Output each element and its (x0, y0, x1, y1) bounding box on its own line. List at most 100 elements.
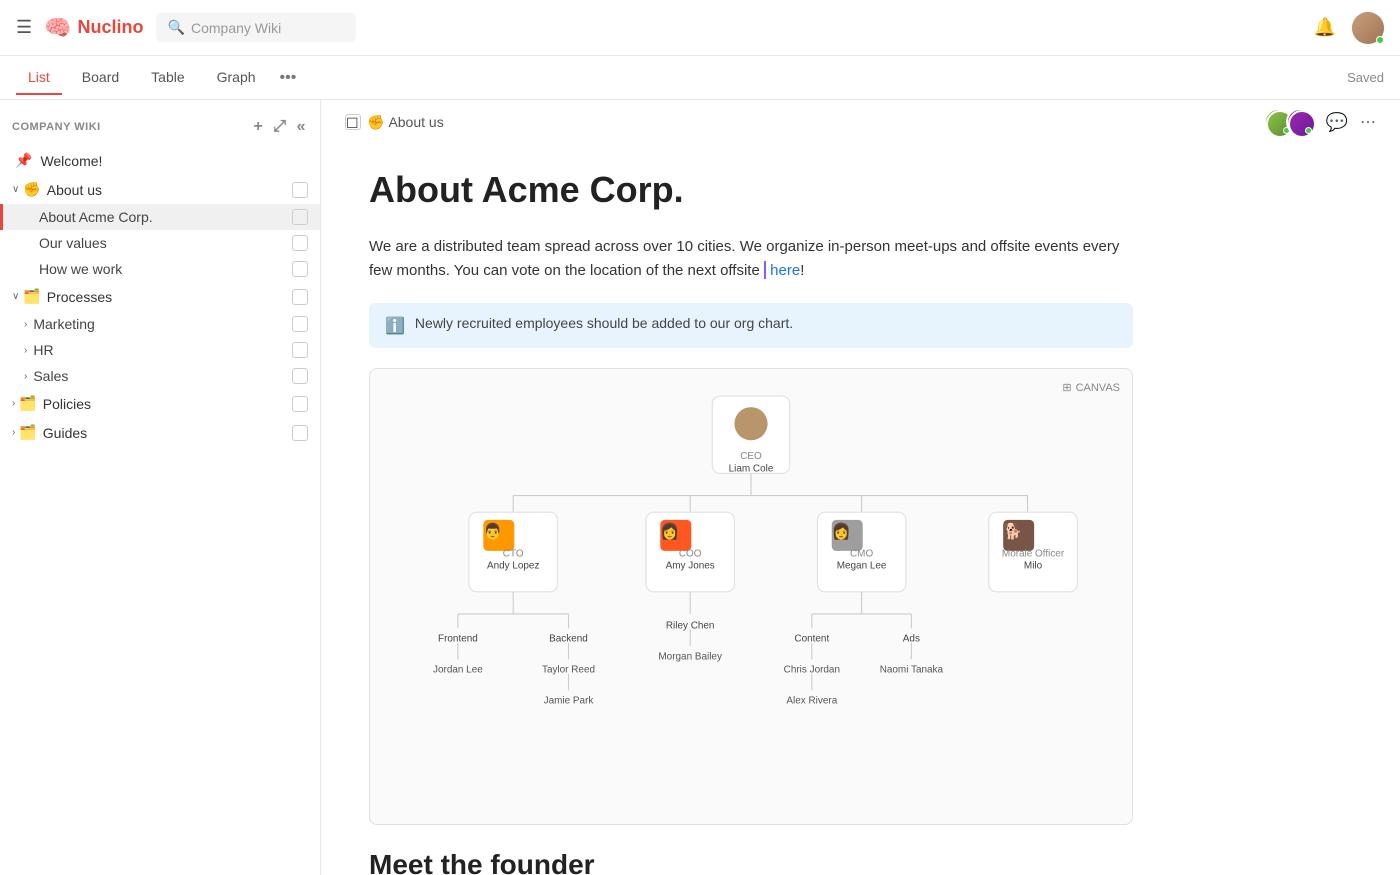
svg-text:COO: COO (679, 548, 702, 559)
sidebar-item-welcome[interactable]: 📌 Welcome! (0, 146, 320, 175)
about-acme-label: About Acme Corp. (39, 209, 292, 225)
svg-text:Jamie Park: Jamie Park (544, 696, 594, 707)
how-we-work-checkbox[interactable] (292, 261, 308, 277)
hr-label: HR (33, 342, 292, 358)
processes-icon: 🗂️ (23, 288, 40, 305)
group-label-processes: Processes (47, 289, 292, 305)
sidebar-group-processes: ∨ 🗂️ Processes › Marketing › HR › Sales (0, 282, 320, 389)
tabbar: List Board Table Graph ••• Saved (0, 56, 1400, 100)
topbar-left: ☰ 🧠 Nuclino 🔍 Company Wiki (16, 13, 356, 42)
group-label-about-us: About us (47, 182, 292, 198)
marketing-checkbox[interactable] (292, 316, 308, 332)
notification-icon[interactable]: 🔔 (1314, 17, 1336, 38)
chevron-right-icon: › (12, 427, 15, 438)
about-us-icon: ✊ (23, 181, 40, 198)
breadcrumb-icon: ✊ (367, 114, 384, 131)
pin-icon: 📌 (15, 152, 32, 169)
chevron-down-icon: ∨ (12, 291, 19, 302)
doc-actions: 💬 ⋯ (1264, 108, 1376, 136)
about-us-checkbox[interactable] (292, 182, 308, 198)
main-top-bar: ☐ ✊ About us 💬 ⋯ (321, 100, 1400, 145)
canvas-label: ⊞ CANVAS (1062, 381, 1120, 394)
doc-content: About Acme Corp. We are a distributed te… (321, 145, 1181, 875)
org-chart-svg: CEO Liam Cole 👨 CTO Andy (386, 385, 1116, 805)
sidebar-item-label: Welcome! (40, 153, 308, 169)
chevron-down-icon: ∨ (12, 184, 19, 195)
policies-label: Policies (43, 396, 292, 412)
sidebar-item-policies[interactable]: › 🗂️ Policies (0, 389, 320, 418)
search-label: Company Wiki (191, 20, 281, 36)
sidebar-expand-icon[interactable]: ⤢ (271, 116, 288, 138)
about-acme-checkbox[interactable] (292, 209, 308, 225)
sidebar-collapse-icon[interactable]: « (295, 116, 308, 138)
info-message: Newly recruited employees should be adde… (415, 315, 793, 331)
hr-checkbox[interactable] (292, 342, 308, 358)
chevron-right-icon: › (12, 398, 15, 409)
our-values-label: Our values (39, 235, 292, 251)
doc-body-end: ! (800, 262, 804, 279)
org-chart-canvas: ⊞ CANVAS CEO Liam Cole (369, 368, 1133, 825)
user-avatar[interactable] (1352, 12, 1384, 44)
sidebar-item-sales[interactable]: › Sales (0, 363, 320, 389)
sidebar-group-about-us: ∨ ✊ About us About Acme Corp. Our values… (0, 175, 320, 282)
info-icon: ℹ️ (385, 316, 405, 336)
sidebar-item-about-acme[interactable]: About Acme Corp. (0, 204, 320, 230)
main-content: ☐ ✊ About us 💬 ⋯ (321, 100, 1400, 875)
doc-link-here[interactable]: here (770, 262, 800, 279)
tab-graph[interactable]: Graph (205, 61, 268, 95)
sidebar-item-our-values[interactable]: Our values (0, 230, 320, 256)
doc-checkbox[interactable]: ☐ (345, 114, 361, 130)
tab-more-icon[interactable]: ••• (280, 69, 297, 87)
policies-icon: 🗂️ (19, 395, 36, 412)
svg-text:Jordan Lee: Jordan Lee (433, 665, 483, 676)
tab-board[interactable]: Board (70, 61, 131, 95)
layout: COMPANY WIKI + ⤢ « 📌 Welcome! ∨ ✊ About … (0, 100, 1400, 875)
more-options-icon[interactable]: ⋯ (1360, 112, 1376, 132)
hamburger-icon[interactable]: ☰ (16, 17, 32, 38)
canvas-icon: ⊞ (1062, 381, 1071, 394)
svg-text:Naomi Tanaka: Naomi Tanaka (880, 665, 944, 676)
tab-list[interactable]: List (16, 61, 62, 95)
logo[interactable]: 🧠 Nuclino (44, 15, 143, 41)
search-bar[interactable]: 🔍 Company Wiki (156, 13, 356, 42)
processes-checkbox[interactable] (292, 289, 308, 305)
logo-icon: 🧠 (44, 15, 71, 41)
svg-text:CTO: CTO (503, 548, 524, 559)
chevron-right-icon: › (24, 319, 27, 330)
topbar: ☰ 🧠 Nuclino 🔍 Company Wiki 🔔 (0, 0, 1400, 56)
svg-text:Andy Lopez: Andy Lopez (487, 561, 540, 572)
doc-title: About Acme Corp. (369, 169, 1133, 211)
tab-table[interactable]: Table (139, 61, 196, 95)
sales-checkbox[interactable] (292, 368, 308, 384)
guides-checkbox[interactable] (292, 425, 308, 441)
policies-checkbox[interactable] (292, 396, 308, 412)
sidebar-item-how-we-work[interactable]: How we work (0, 256, 320, 282)
info-box: ℹ️ Newly recruited employees should be a… (369, 303, 1133, 348)
svg-text:Alex Rivera: Alex Rivera (786, 696, 837, 707)
how-we-work-label: How we work (39, 261, 292, 277)
svg-text:👩: 👩 (832, 522, 851, 541)
sidebar-group-header-processes[interactable]: ∨ 🗂️ Processes (0, 282, 320, 311)
sidebar-item-hr[interactable]: › HR (0, 337, 320, 363)
guides-icon: 🗂️ (19, 424, 36, 441)
chevron-right-icon: › (24, 371, 27, 382)
sidebar-add-icon[interactable]: + (251, 116, 265, 138)
svg-text:👨: 👨 (483, 522, 502, 541)
online-indicator (1376, 36, 1384, 44)
cursor (764, 261, 766, 279)
app-name: Nuclino (78, 17, 144, 38)
sidebar-item-guides[interactable]: › 🗂️ Guides (0, 418, 320, 447)
svg-text:Milo: Milo (1024, 561, 1043, 572)
svg-text:CMO: CMO (850, 548, 873, 559)
svg-text:Morale Officer: Morale Officer (1002, 548, 1065, 559)
sidebar-item-marketing[interactable]: › Marketing (0, 311, 320, 337)
svg-text:Morgan Bailey: Morgan Bailey (658, 651, 722, 662)
sidebar-group-header-about-us[interactable]: ∨ ✊ About us (0, 175, 320, 204)
canvas-text: CANVAS (1076, 382, 1120, 394)
our-values-checkbox[interactable] (292, 235, 308, 251)
comment-icon[interactable]: 💬 (1326, 112, 1348, 133)
sidebar-header: COMPANY WIKI + ⤢ « (0, 112, 320, 146)
guides-label: Guides (43, 425, 292, 441)
doc-body: We are a distributed team spread across … (369, 235, 1133, 283)
sidebar-header-actions: + ⤢ « (251, 116, 308, 138)
